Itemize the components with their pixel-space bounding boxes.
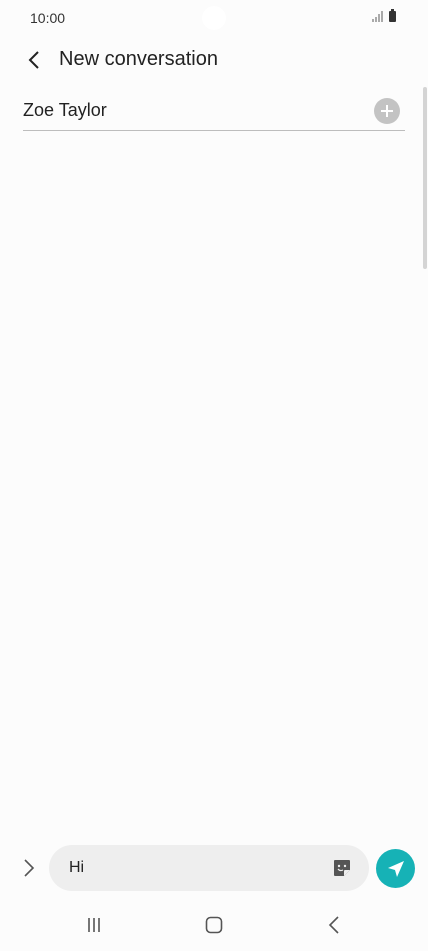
status-time: 10:00 [30,10,66,26]
message-input[interactable]: Hi [49,845,369,891]
recipient-name[interactable]: Zoe Taylor [23,100,107,121]
chevron-right-icon [24,859,35,877]
app-header: New conversation [0,40,428,80]
message-text[interactable]: Hi [69,859,84,877]
recipient-field[interactable]: Zoe Taylor [23,96,405,131]
scrollbar[interactable] [423,87,427,269]
nav-back-button[interactable] [324,915,344,935]
sticker-button[interactable] [331,857,353,879]
camera-cutout [202,6,226,30]
chevron-left-icon [28,51,39,69]
recents-button[interactable] [84,915,104,935]
signal-icon [372,11,383,22]
back-icon [328,916,339,934]
send-icon [387,860,404,877]
send-button[interactable] [376,849,415,888]
message-composer: Hi [0,845,428,891]
navigation-bar [0,905,428,945]
status-bar: 10:00 [0,0,428,36]
sticker-icon [334,860,350,876]
battery-icon [389,9,396,22]
recents-icon [88,918,100,932]
page-title: New conversation [59,48,218,70]
plus-icon [381,105,393,117]
expand-options-button[interactable] [16,855,42,881]
add-recipient-button[interactable] [374,98,400,124]
home-icon [205,916,223,934]
home-button[interactable] [202,915,226,935]
back-button[interactable] [20,46,48,74]
status-icons [372,9,396,22]
